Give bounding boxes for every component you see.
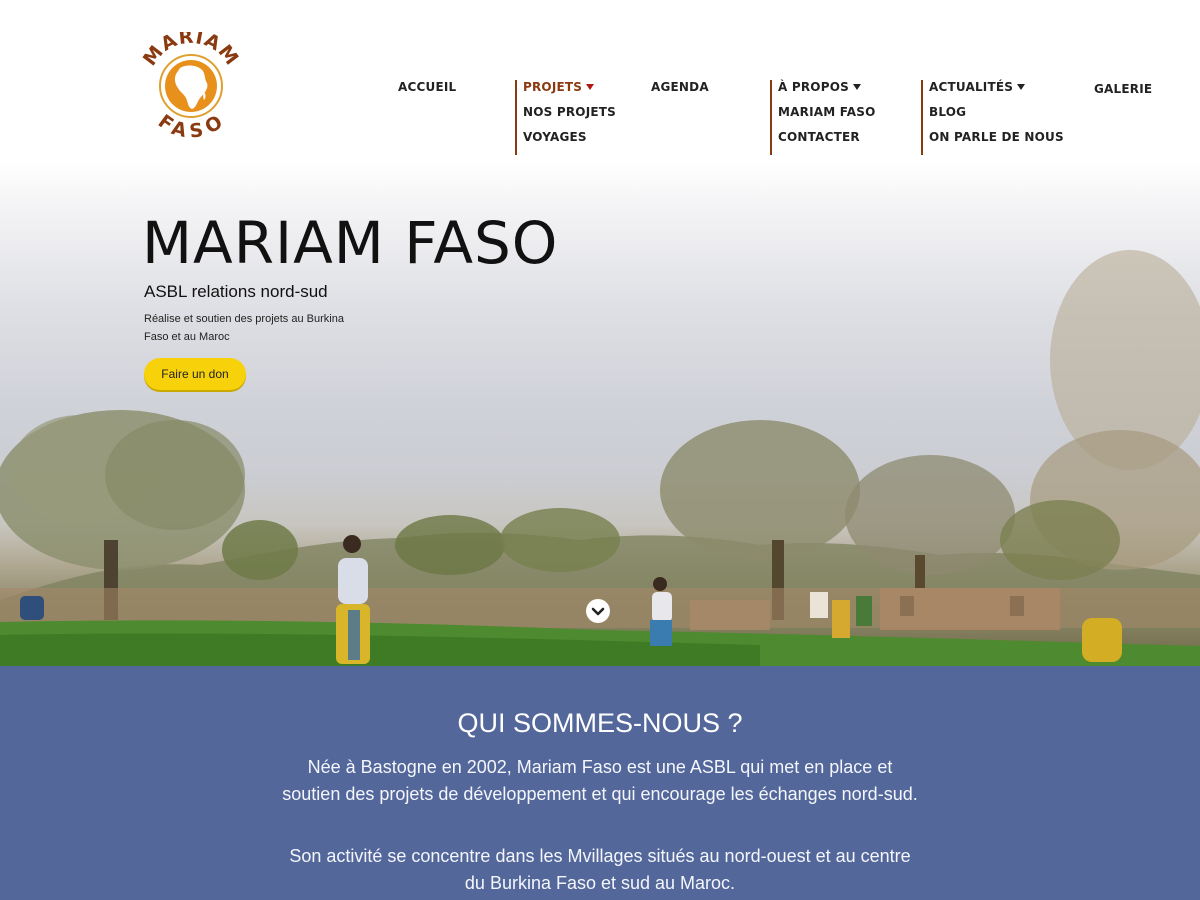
nav-projets[interactable]: PROJETS <box>523 80 616 105</box>
hero-title: MARIAM FASO <box>142 209 559 277</box>
nav-on-parle-de-nous[interactable]: ON PARLE DE NOUS <box>929 130 1064 155</box>
nav-a-propos[interactable]: À PROPOS <box>778 80 876 105</box>
about-paragraph-2: Son activité se concentre dans les Mvill… <box>289 846 911 893</box>
nav-projets-label: PROJETS <box>523 80 583 94</box>
nav-voyages[interactable]: VOYAGES <box>523 130 616 155</box>
nav-accueil[interactable]: ACCUEIL <box>398 80 456 94</box>
scroll-down-button[interactable] <box>586 599 610 623</box>
nav-agenda[interactable]: AGENDA <box>651 80 709 94</box>
logo-globe-icon: MARIAM FASO <box>140 32 242 138</box>
nav-group-actualites: ACTUALITÉS BLOG ON PARLE DE NOUS <box>921 80 1064 155</box>
nav-nos-projets[interactable]: NOS PROJETS <box>523 105 616 130</box>
caret-down-icon <box>1017 84 1026 90</box>
about-section: QUI SOMMES-NOUS ? Née à Bastogne en 2002… <box>0 666 1200 900</box>
hero-description: Réalise et soutien des projets au Burkin… <box>144 313 344 343</box>
caret-down-icon <box>586 84 595 90</box>
hero-section: MARIAM FASO ASBL relations nord-sud Réal… <box>0 160 1200 666</box>
nav-group-a-propos: À PROPOS MARIAM FASO CONTACTER <box>770 80 876 155</box>
caret-down-icon <box>852 84 861 90</box>
nav-a-propos-label: À PROPOS <box>778 80 849 94</box>
nav-mariam-faso[interactable]: MARIAM FASO <box>778 105 876 130</box>
nav-galerie[interactable]: GALERIE <box>1094 82 1152 96</box>
donate-button[interactable]: Faire un don <box>144 358 246 390</box>
nav-actualites-label: ACTUALITÉS <box>929 80 1014 94</box>
nav-actualites[interactable]: ACTUALITÉS <box>929 80 1064 105</box>
nav-blog[interactable]: BLOG <box>929 105 1064 130</box>
about-title: QUI SOMMES-NOUS ? <box>457 708 743 738</box>
hero-subtitle: ASBL relations nord-sud <box>144 282 328 301</box>
mariam-faso-logo[interactable]: MARIAM FASO <box>140 32 242 138</box>
nav-group-projets: PROJETS NOS PROJETS VOYAGES <box>515 80 616 155</box>
about-paragraph-1: Née à Bastogne en 2002, Mariam Faso est … <box>282 757 918 804</box>
site-header: MARIAM FASO ACCUEIL PROJETS NOS PROJETS … <box>0 0 1200 160</box>
chevron-down-icon <box>591 607 605 616</box>
nav-contacter[interactable]: CONTACTER <box>778 130 876 155</box>
